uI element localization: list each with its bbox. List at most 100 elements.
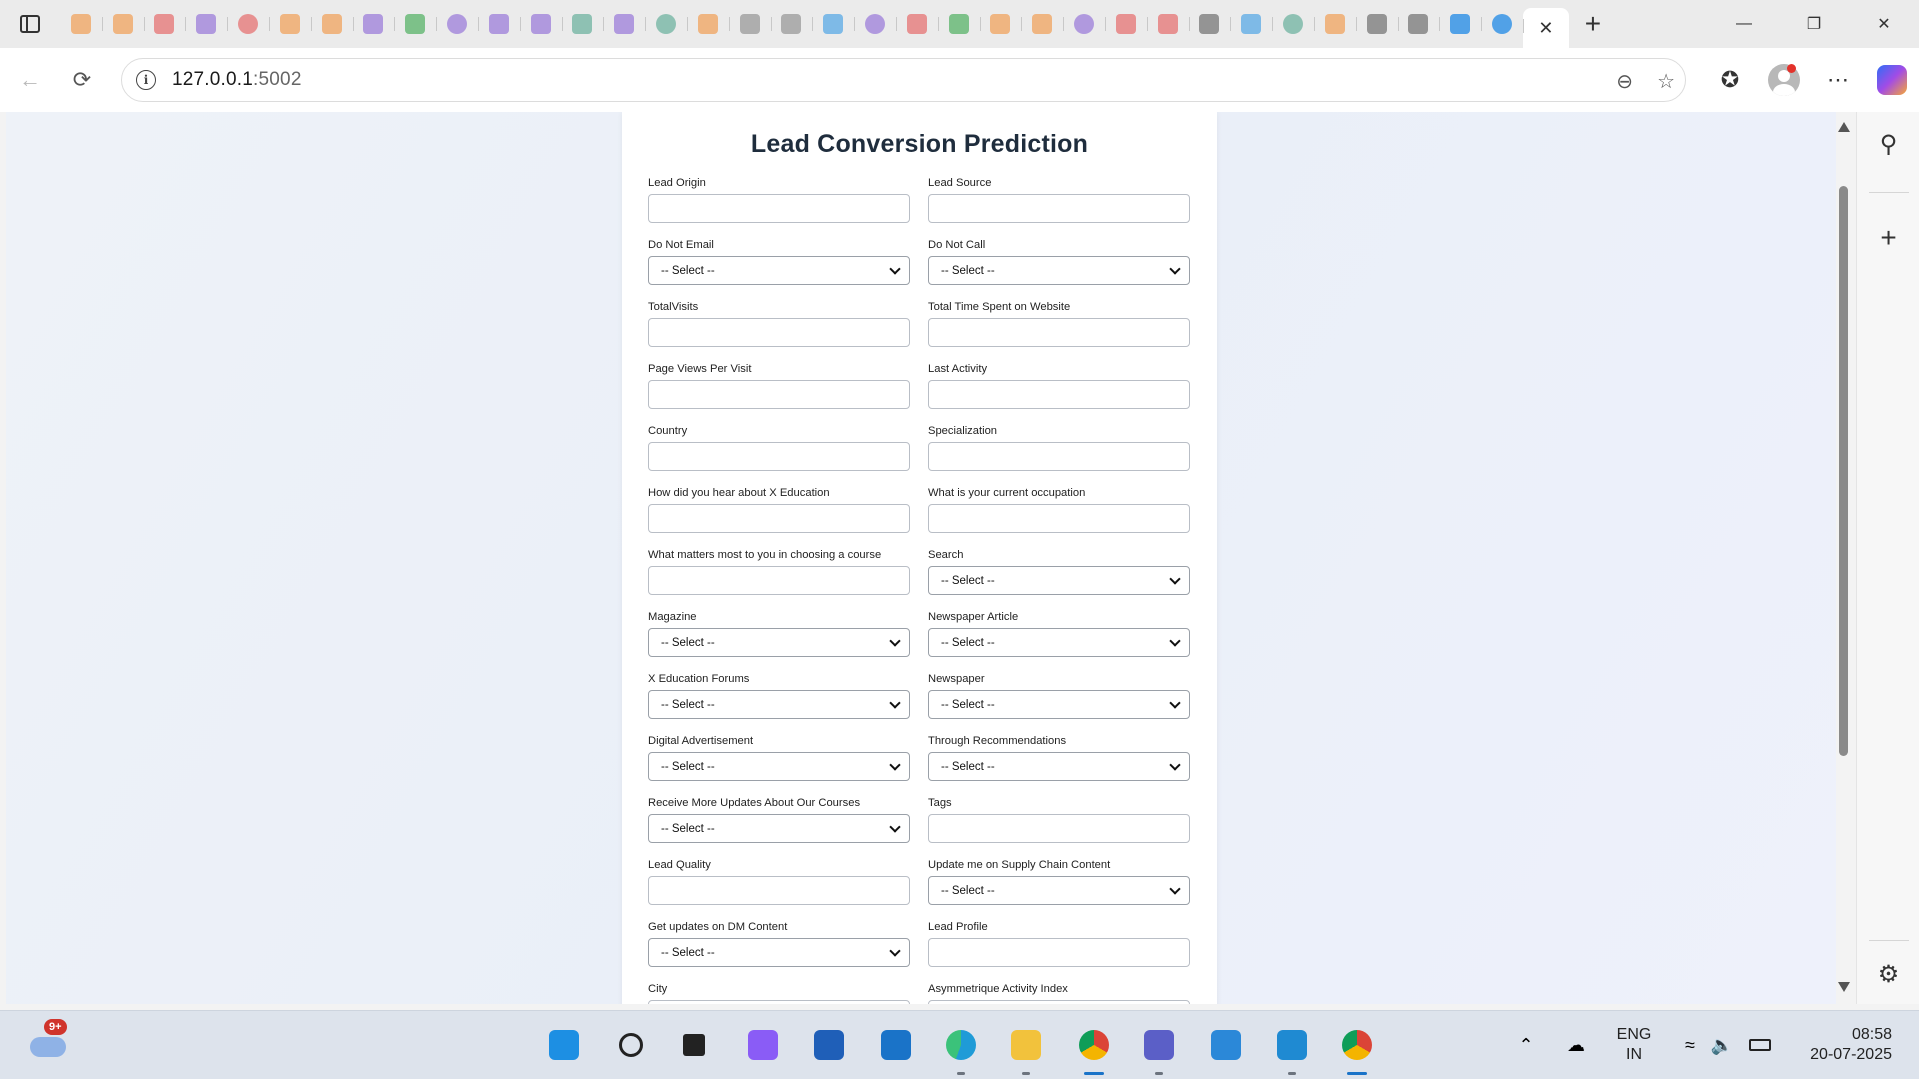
taskbar-notepad-button[interactable] xyxy=(1206,1025,1246,1065)
taskbar-outlook-button[interactable] xyxy=(876,1025,916,1065)
minimize-button[interactable]: — xyxy=(1709,0,1779,48)
browser-tab[interactable] xyxy=(1188,6,1231,42)
browser-tab[interactable] xyxy=(143,6,186,42)
new-tab-button[interactable]: + xyxy=(1569,0,1617,48)
select-dropdown[interactable]: -- Select -- xyxy=(928,628,1190,657)
taskbar-vscode-button[interactable] xyxy=(1272,1025,1312,1075)
taskbar-store-button[interactable] xyxy=(809,1025,849,1065)
taskbar-file-explorer-button[interactable] xyxy=(1006,1025,1046,1075)
browser-tab[interactable] xyxy=(519,6,562,42)
browser-tab[interactable] xyxy=(645,6,687,42)
tab-actions-button[interactable] xyxy=(0,0,60,48)
site-info-icon[interactable]: i xyxy=(136,70,156,90)
taskbar-teams-button[interactable] xyxy=(1139,1025,1179,1075)
select-dropdown[interactable]: -- Select -- xyxy=(928,256,1190,285)
browser-tab[interactable] xyxy=(895,6,938,42)
text-input[interactable] xyxy=(648,566,910,595)
browser-tab[interactable] xyxy=(1146,6,1189,42)
sidebar-search-icon[interactable]: ⚲ xyxy=(1857,130,1919,159)
browser-tab[interactable] xyxy=(1439,6,1481,42)
taskbar-edge-button[interactable] xyxy=(941,1025,981,1075)
scroll-up-arrow[interactable] xyxy=(1838,122,1850,132)
profile-button[interactable] xyxy=(1757,48,1811,112)
scroll-thumb[interactable] xyxy=(1839,186,1848,756)
taskbar-copilot-button[interactable] xyxy=(743,1025,783,1065)
browser-tab[interactable] xyxy=(436,6,478,42)
browser-tab[interactable] xyxy=(1397,6,1440,42)
browser-tab[interactable] xyxy=(1063,6,1105,42)
input-language[interactable]: ENG IN xyxy=(1612,1025,1656,1065)
taskbar-start-button[interactable] xyxy=(544,1025,584,1065)
text-input[interactable] xyxy=(648,442,910,471)
sidebar-add-icon[interactable]: + xyxy=(1857,222,1919,254)
browser-tab[interactable] xyxy=(937,6,980,42)
browser-tab[interactable] xyxy=(185,6,227,42)
select-dropdown[interactable]: -- Select -- xyxy=(648,938,910,967)
taskbar-task-view-button[interactable] xyxy=(674,1025,714,1065)
address-bar[interactable]: i 127.0.0.1:5002 ⊖ ☆ xyxy=(121,58,1686,102)
text-input[interactable] xyxy=(648,194,910,223)
browser-tab[interactable] xyxy=(1230,6,1272,42)
browser-tab[interactable] xyxy=(812,6,854,42)
text-input[interactable] xyxy=(928,938,1190,967)
more-menu-icon[interactable]: ⋯ xyxy=(1811,48,1865,112)
select-dropdown[interactable]: -- Select -- xyxy=(648,752,910,781)
text-input[interactable] xyxy=(928,442,1190,471)
text-input[interactable] xyxy=(648,876,910,905)
browser-tab[interactable] xyxy=(1021,6,1063,42)
select-dropdown[interactable]: -- Select -- xyxy=(648,628,910,657)
text-input[interactable] xyxy=(928,318,1190,347)
browser-tab[interactable] xyxy=(101,6,144,42)
copilot-button[interactable] xyxy=(1865,48,1919,112)
browser-tab[interactable] xyxy=(854,6,896,42)
zoom-out-icon[interactable]: ⊖ xyxy=(1616,69,1633,94)
onedrive-icon[interactable]: ☁ xyxy=(1556,1025,1596,1065)
volume-icon[interactable]: 🔈 xyxy=(1702,1025,1742,1065)
select-dropdown[interactable]: -- Select -- xyxy=(648,690,910,719)
text-input[interactable] xyxy=(648,1000,910,1004)
select-dropdown[interactable]: -- Select -- xyxy=(928,752,1190,781)
close-tab-icon[interactable]: ✕ xyxy=(1538,18,1553,39)
active-tab[interactable]: ✕ xyxy=(1522,8,1569,48)
restore-button[interactable]: ❐ xyxy=(1779,0,1849,48)
browser-tab[interactable] xyxy=(603,6,645,42)
text-input[interactable] xyxy=(928,504,1190,533)
taskbar-search-button[interactable] xyxy=(611,1025,651,1065)
vertical-scrollbar[interactable] xyxy=(1836,112,1850,1004)
close-window-button[interactable]: ✕ xyxy=(1849,0,1919,48)
reload-button[interactable]: ⟳ xyxy=(60,58,104,102)
text-input[interactable] xyxy=(648,380,910,409)
battery-icon[interactable] xyxy=(1740,1025,1780,1065)
browser-tab[interactable] xyxy=(352,6,395,42)
back-button[interactable]: ← xyxy=(8,58,52,102)
browser-tab[interactable] xyxy=(728,6,771,42)
text-input[interactable] xyxy=(928,814,1190,843)
text-input[interactable] xyxy=(928,194,1190,223)
sidebar-settings-gear-icon[interactable]: ⚙ xyxy=(1857,960,1919,989)
browser-tab[interactable] xyxy=(60,6,102,42)
browser-tab[interactable] xyxy=(310,6,353,42)
select-dropdown[interactable]: -- Select -- xyxy=(648,256,910,285)
browser-tab[interactable] xyxy=(1272,6,1314,42)
select-dropdown[interactable]: -- Select -- xyxy=(928,690,1190,719)
browser-tab[interactable] xyxy=(1481,6,1523,42)
text-input[interactable] xyxy=(648,318,910,347)
favorites-icon[interactable]: ✪ xyxy=(1703,48,1757,112)
select-dropdown[interactable]: -- Select -- xyxy=(648,814,910,843)
text-input[interactable] xyxy=(928,1000,1190,1004)
browser-tab[interactable] xyxy=(561,6,604,42)
text-input[interactable] xyxy=(648,504,910,533)
system-clock[interactable]: 08:58 20-07-2025 xyxy=(1782,1025,1892,1065)
taskbar-chrome-profile-button[interactable] xyxy=(1337,1025,1377,1075)
browser-tab[interactable] xyxy=(268,6,311,42)
select-dropdown[interactable]: -- Select -- xyxy=(928,566,1190,595)
text-input[interactable] xyxy=(928,380,1190,409)
browser-tab[interactable] xyxy=(477,6,520,42)
url-text[interactable]: 127.0.0.1:5002 xyxy=(172,69,302,91)
favorite-star-icon[interactable]: ☆ xyxy=(1657,69,1675,94)
browser-tab[interactable] xyxy=(1355,6,1398,42)
browser-tab[interactable] xyxy=(686,6,729,42)
browser-tab[interactable] xyxy=(1313,6,1356,42)
browser-tab[interactable] xyxy=(979,6,1022,42)
browser-tab[interactable] xyxy=(227,6,269,42)
